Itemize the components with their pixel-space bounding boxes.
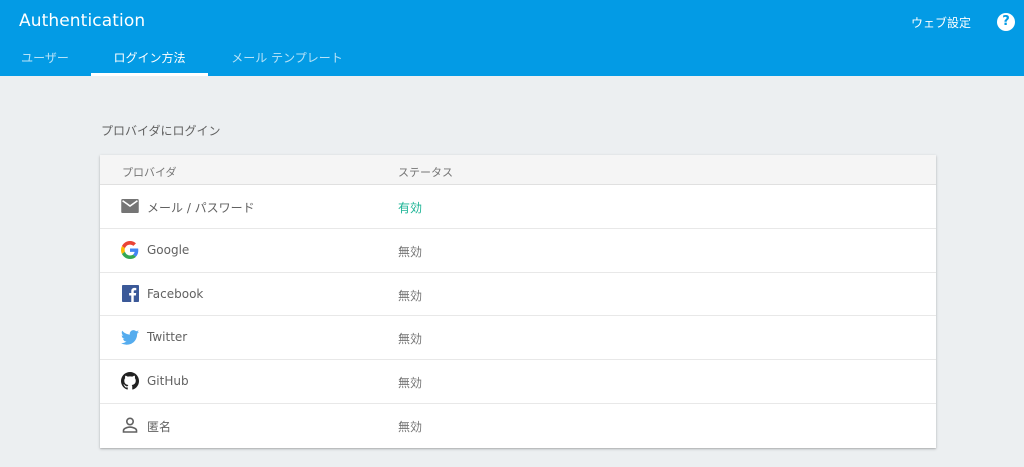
table-row-google[interactable]: Google 無効 <box>100 229 936 273</box>
app-bar: Authentication ウェブ設定 ? ユーザー ログイン方法 メール テ… <box>0 0 1024 76</box>
provider-status: 無効 <box>398 376 423 391</box>
provider-status: 無効 <box>398 244 423 259</box>
provider-status: 有効 <box>398 201 423 215</box>
tab-label: ユーザー <box>21 51 69 65</box>
web-settings-link[interactable]: ウェブ設定 <box>911 14 971 31</box>
tab-sign-in-method[interactable]: ログイン方法 <box>91 44 208 76</box>
column-header-provider: プロバイダ <box>122 166 177 179</box>
provider-status: 無効 <box>398 288 423 303</box>
page-title: Authentication <box>19 11 146 31</box>
table-header: プロバイダ ステータス <box>100 155 936 185</box>
help-icon[interactable]: ? <box>997 13 1015 31</box>
tab-users[interactable]: ユーザー <box>0 44 90 76</box>
table-row-twitter[interactable]: Twitter 無効 <box>100 316 936 361</box>
tab-bar: ユーザー ログイン方法 メール テンプレート <box>0 44 1024 76</box>
provider-name: Google <box>147 242 190 257</box>
google-icon <box>121 240 139 259</box>
email-icon <box>121 197 139 215</box>
facebook-icon <box>121 285 139 303</box>
table-row-facebook[interactable]: Facebook 無効 <box>100 273 936 317</box>
table-row-anonymous[interactable]: 匿名 無効 <box>100 404 936 448</box>
section-title: プロバイダにログイン <box>101 124 221 138</box>
provider-name: メール / パスワード <box>147 201 255 215</box>
table-row-github[interactable]: GitHub 無効 <box>100 360 936 404</box>
tab-label: メール テンプレート <box>231 51 343 65</box>
tab-email-templates[interactable]: メール テンプレート <box>212 44 362 76</box>
person-icon <box>121 416 139 434</box>
provider-status: 無効 <box>398 332 423 347</box>
twitter-icon <box>121 328 139 346</box>
column-header-status: ステータス <box>398 166 453 179</box>
provider-name: Facebook <box>147 286 204 301</box>
provider-name: 匿名 <box>147 419 172 434</box>
provider-name: Twitter <box>147 330 188 345</box>
providers-table: プロバイダ ステータス メール / パスワード 有効 Google 無効 Fac… <box>100 155 936 448</box>
provider-name: GitHub <box>147 374 189 389</box>
active-tab-indicator <box>91 73 208 76</box>
tab-label: ログイン方法 <box>113 51 186 65</box>
provider-status: 無効 <box>398 419 423 434</box>
github-icon <box>121 372 139 390</box>
table-row-email[interactable]: メール / パスワード 有効 <box>100 185 936 229</box>
